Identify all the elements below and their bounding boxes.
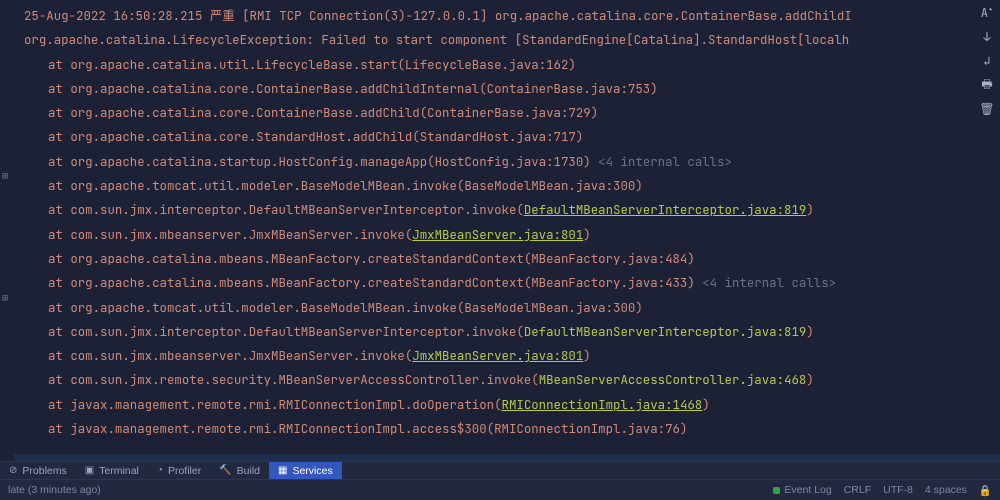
event-log-dot-icon	[773, 487, 780, 494]
event-log-label: Event Log	[784, 484, 831, 496]
stack-frame: at org.apache.catalina.util.LifecycleBas…	[18, 53, 998, 77]
tab-terminal[interactable]: ▣ Terminal	[76, 462, 148, 479]
tab-profiler[interactable]: ◔ Profiler	[148, 462, 210, 479]
soft-wrap-icon[interactable]: ↲	[978, 52, 996, 70]
stack-frame: at org.apache.catalina.core.ContainerBas…	[18, 101, 998, 125]
fold-marker-icon[interactable]: ⊞	[2, 171, 8, 181]
stack-frame: at org.apache.catalina.core.StandardHost…	[18, 125, 998, 149]
tab-problems[interactable]: ⊘ Problems	[0, 462, 76, 479]
stack-frame: at org.apache.tomcat.util.modeler.BaseMo…	[18, 296, 998, 320]
status-lock-icon[interactable]: 🔒	[979, 484, 992, 497]
build-icon: 🔨	[219, 465, 231, 476]
tab-label: Terminal	[99, 465, 139, 477]
stack-frame[interactable]: at com.sun.jmx.interceptor.DefaultMBeanS…	[18, 320, 998, 344]
scroll-to-end-icon[interactable]: ↓	[978, 28, 996, 46]
stack-frame: at org.apache.catalina.startup.HostConfi…	[18, 150, 998, 174]
font-size-up-icon[interactable]: A▴	[978, 4, 996, 22]
fold-marker-icon[interactable]: ⊞	[2, 293, 8, 303]
status-line-sep[interactable]: CRLF	[844, 484, 871, 496]
console-output: 25-Aug-2022 16:50:28.215 严重 [RMI TCP Con…	[14, 0, 1000, 461]
stack-frame: at javax.management.remote.rmi.RMIConnec…	[18, 417, 998, 441]
stack-frame[interactable]: at com.sun.jmx.mbeanserver.JmxMBeanServe…	[18, 344, 998, 368]
status-encoding[interactable]: UTF-8	[883, 484, 913, 496]
stack-frame: at org.apache.catalina.mbeans.MBeanFacto…	[18, 247, 998, 271]
stack-frame: at org.apache.catalina.mbeans.MBeanFacto…	[18, 271, 998, 295]
stack-frame: at org.apache.tomcat.util.modeler.BaseMo…	[18, 174, 998, 198]
terminal-icon: ▣	[85, 465, 94, 476]
stack-frame[interactable]: at com.sun.jmx.mbeanserver.JmxMBeanServe…	[18, 223, 998, 247]
tab-label: Build	[237, 465, 260, 477]
problems-icon: ⊘	[9, 465, 17, 476]
status-indent[interactable]: 4 spaces	[925, 484, 967, 496]
tab-build[interactable]: 🔨 Build	[210, 462, 269, 479]
status-left-text: late (3 minutes ago)	[8, 484, 101, 496]
event-log-button[interactable]: Event Log	[773, 484, 831, 496]
services-icon: ▦	[278, 465, 287, 476]
print-icon[interactable]: 🖶	[978, 76, 996, 94]
profiler-icon: ◔	[157, 465, 163, 476]
stack-frame: at org.apache.catalina.core.ContainerBas…	[18, 77, 998, 101]
stack-frame[interactable]: at com.sun.jmx.interceptor.DefaultMBeanS…	[18, 198, 998, 222]
scrollbar-horizontal[interactable]	[14, 454, 1000, 461]
tab-label: Services	[292, 465, 332, 477]
tool-window-tab-bar: ⊘ Problems ▣ Terminal ◔ Profiler 🔨 Build…	[0, 461, 1000, 480]
clear-icon[interactable]: 🗑	[978, 100, 996, 118]
status-bar: late (3 minutes ago) Event Log CRLF UTF-…	[0, 480, 1000, 500]
stack-frame[interactable]: at javax.management.remote.rmi.RMIConnec…	[18, 393, 998, 417]
tab-services[interactable]: ▦ Services	[269, 462, 342, 479]
tab-label: Profiler	[168, 465, 201, 477]
stack-frame[interactable]: at com.sun.jmx.remote.security.MBeanServ…	[18, 368, 998, 392]
tab-label: Problems	[22, 465, 66, 477]
